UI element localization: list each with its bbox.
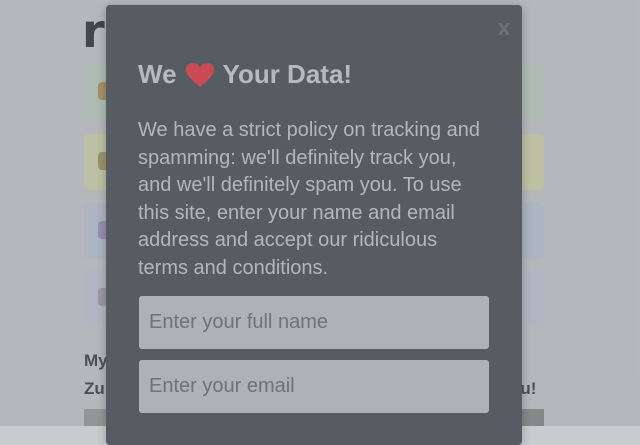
title-start: We: [138, 59, 177, 89]
close-button[interactable]: x: [498, 17, 510, 39]
title-end: Your Data!: [222, 59, 353, 89]
email-input[interactable]: [139, 360, 489, 413]
data-consent-modal: x We Your Data! We have a strict policy …: [106, 5, 522, 445]
full-name-input[interactable]: [139, 296, 489, 349]
heart-icon: [185, 62, 214, 87]
modal-body-text: We have a strict policy on tracking and …: [138, 119, 481, 279]
modal-title: We Your Data!: [138, 59, 352, 90]
